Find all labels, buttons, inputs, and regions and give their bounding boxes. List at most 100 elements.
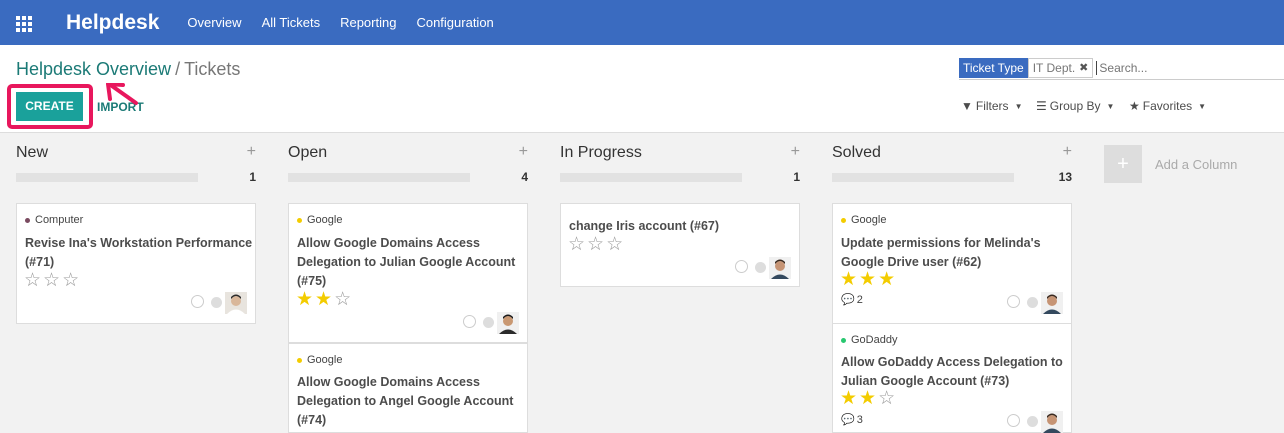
column-progress-bar[interactable] xyxy=(16,173,198,182)
tag-color-dot xyxy=(25,217,30,223)
breadcrumb: Helpdesk Overview / Tickets xyxy=(16,59,240,80)
group-by-dropdown[interactable]: ☰ Group By ▼ xyxy=(1036,99,1114,113)
filters-label: Filters xyxy=(975,99,1009,113)
search-bar: Ticket Type IT Dept. ✖ xyxy=(959,56,1284,80)
list-icon: ☰ xyxy=(1036,99,1047,113)
apps-menu-icon[interactable] xyxy=(16,15,34,32)
facet-remove-icon[interactable]: ✖ xyxy=(1079,61,1088,74)
ticket-title: Allow Google Domains Access Delegation t… xyxy=(297,375,514,427)
ticket-card-73[interactable]: GoDaddy Allow GoDaddy Access Delegation … xyxy=(832,323,1072,433)
column-progress-bar[interactable] xyxy=(832,173,1014,182)
column-title: New xyxy=(16,144,49,161)
quick-create-icon[interactable]: + xyxy=(1063,143,1072,161)
tag-label: Google xyxy=(307,354,343,366)
app-brand[interactable]: Helpdesk xyxy=(66,11,159,35)
nav-overview[interactable]: Overview xyxy=(187,15,241,30)
breadcrumb-current: Tickets xyxy=(184,59,241,79)
breadcrumb-parent[interactable]: Helpdesk Overview xyxy=(16,59,171,79)
ticket-tag: Computer xyxy=(25,214,83,226)
tag-label: Google xyxy=(307,214,343,226)
tag-color-dot xyxy=(297,357,302,363)
ticket-card-74[interactable]: Google Allow Google Domains Access Deleg… xyxy=(288,343,528,433)
tag-color-dot xyxy=(841,337,846,343)
ticket-title: Revise Ina's Workstation Performance (#7… xyxy=(25,236,253,269)
ticket-tag: Google xyxy=(297,354,342,366)
kanban-state-icon[interactable] xyxy=(211,297,222,308)
message-count-value: 3 xyxy=(856,413,863,426)
group-by-label: Group By xyxy=(1049,99,1101,113)
ticket-title: Update permissions for Melinda's Google … xyxy=(841,236,1041,269)
add-column-label: Add a Column xyxy=(1155,156,1238,172)
ticket-tag: Google xyxy=(841,214,886,226)
quick-create-icon[interactable]: + xyxy=(519,143,528,161)
ticket-card-75[interactable]: Google Allow Google Domains Access Deleg… xyxy=(288,203,528,343)
facet-value: IT Dept. ✖ xyxy=(1027,57,1094,78)
filter-icon: ▼ xyxy=(961,99,973,113)
tag-label: Computer xyxy=(35,214,84,226)
message-count[interactable]: 💬 2 xyxy=(841,293,863,307)
message-count[interactable]: 💬 3 xyxy=(841,413,863,427)
avatar[interactable] xyxy=(769,257,791,279)
quick-create-icon[interactable]: + xyxy=(791,143,800,161)
add-column-plus-icon[interactable]: + xyxy=(1104,145,1142,183)
comments-icon: 💬 xyxy=(841,294,855,306)
kanban-state-icon[interactable] xyxy=(1027,297,1038,308)
nav-reporting[interactable]: Reporting xyxy=(340,15,396,30)
kanban-state-icon[interactable] xyxy=(483,317,494,328)
arrow-pointer-icon xyxy=(106,83,138,105)
avatar[interactable] xyxy=(1041,292,1063,314)
priority-stars[interactable]: ☆☆☆ xyxy=(568,233,625,256)
column-title: In Progress xyxy=(560,144,642,161)
caret-down-icon: ▼ xyxy=(1106,101,1115,111)
clock-icon[interactable] xyxy=(1007,414,1020,427)
clock-icon[interactable] xyxy=(463,315,476,328)
caret-down-icon: ▼ xyxy=(1014,101,1023,111)
ticket-tag: GoDaddy xyxy=(841,334,897,346)
search-input[interactable] xyxy=(1096,60,1247,75)
filters-dropdown[interactable]: ▼ Filters ▼ xyxy=(961,99,1022,113)
nav-all-tickets[interactable]: All Tickets xyxy=(262,15,321,30)
add-column[interactable]: + Add a Column xyxy=(1104,145,1237,183)
quick-create-icon[interactable]: + xyxy=(247,143,256,161)
tag-label: Google xyxy=(851,214,887,226)
star-icon: ★ xyxy=(1129,99,1140,113)
priority-stars[interactable]: ★★☆ xyxy=(840,387,897,410)
favorites-label: Favorites xyxy=(1142,99,1193,113)
tag-label: GoDaddy xyxy=(851,334,898,346)
ticket-card-62[interactable]: Google Update permissions for Melinda's … xyxy=(832,203,1072,324)
priority-stars[interactable]: ☆☆☆ xyxy=(24,269,81,292)
top-navbar: Helpdesk Overview All Tickets Reporting … xyxy=(0,0,1284,45)
priority-stars[interactable]: ★★★ xyxy=(840,268,897,291)
facet-type-label: Ticket Type xyxy=(959,57,1028,78)
column-title: Solved xyxy=(832,144,881,161)
control-panel: Helpdesk Overview / Tickets CREATE IMPORT … xyxy=(0,45,1284,133)
ticket-card-71[interactable]: Computer Revise Ina's Workstation Perfor… xyxy=(16,203,256,324)
create-button[interactable]: CREATE xyxy=(16,92,83,121)
clock-icon[interactable] xyxy=(735,260,748,273)
ticket-title: Allow GoDaddy Access Delegation to Julia… xyxy=(841,355,1063,388)
nav-configuration[interactable]: Configuration xyxy=(416,15,493,30)
kanban-state-icon[interactable] xyxy=(1027,416,1038,427)
avatar[interactable] xyxy=(1041,411,1063,433)
facet-value-text: IT Dept. xyxy=(1032,60,1076,75)
breadcrumb-separator: / xyxy=(175,59,181,79)
column-count: 13 xyxy=(1058,170,1072,184)
column-count: 1 xyxy=(793,170,800,184)
clock-icon[interactable] xyxy=(191,295,204,308)
avatar[interactable] xyxy=(497,312,519,334)
favorites-dropdown[interactable]: ★ Favorites ▼ xyxy=(1129,99,1206,113)
column-count: 4 xyxy=(521,170,528,184)
ticket-card-67[interactable]: change Iris account (#67) ☆☆☆ xyxy=(560,203,800,287)
tag-color-dot xyxy=(297,217,302,223)
message-count-value: 2 xyxy=(856,293,863,306)
priority-stars[interactable]: ★★☆ xyxy=(296,288,353,311)
caret-down-icon: ▼ xyxy=(1198,101,1207,111)
ticket-tag: Google xyxy=(297,214,342,226)
column-progress-bar[interactable] xyxy=(288,173,470,182)
column-count: 1 xyxy=(249,170,256,184)
column-progress-bar[interactable] xyxy=(560,173,742,182)
avatar[interactable] xyxy=(225,292,247,314)
tag-color-dot xyxy=(841,217,846,223)
kanban-state-icon[interactable] xyxy=(755,262,766,273)
clock-icon[interactable] xyxy=(1007,295,1020,308)
